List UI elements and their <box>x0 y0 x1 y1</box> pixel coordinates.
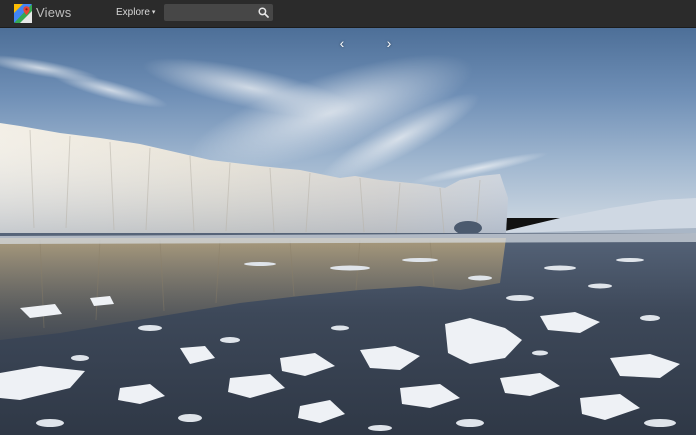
top-bar: Views Explore ▾ <box>0 0 696 28</box>
search-icon[interactable] <box>258 7 269 18</box>
previous-view-button[interactable]: ‹ <box>335 35 349 51</box>
next-view-button[interactable]: › <box>382 35 396 51</box>
explore-label: Explore <box>116 7 150 18</box>
panorama-image[interactable] <box>0 28 696 435</box>
caret-down-icon: ▾ <box>151 9 156 16</box>
maps-logo-icon[interactable] <box>14 4 32 23</box>
app-title[interactable]: Views <box>36 5 71 20</box>
chevron-right-icon: › <box>386 35 392 51</box>
chevron-left-icon: ‹ <box>339 35 345 51</box>
explore-menu-button[interactable]: Explore ▾ <box>116 7 155 18</box>
search-input[interactable] <box>168 5 256 20</box>
search-box <box>164 4 273 21</box>
